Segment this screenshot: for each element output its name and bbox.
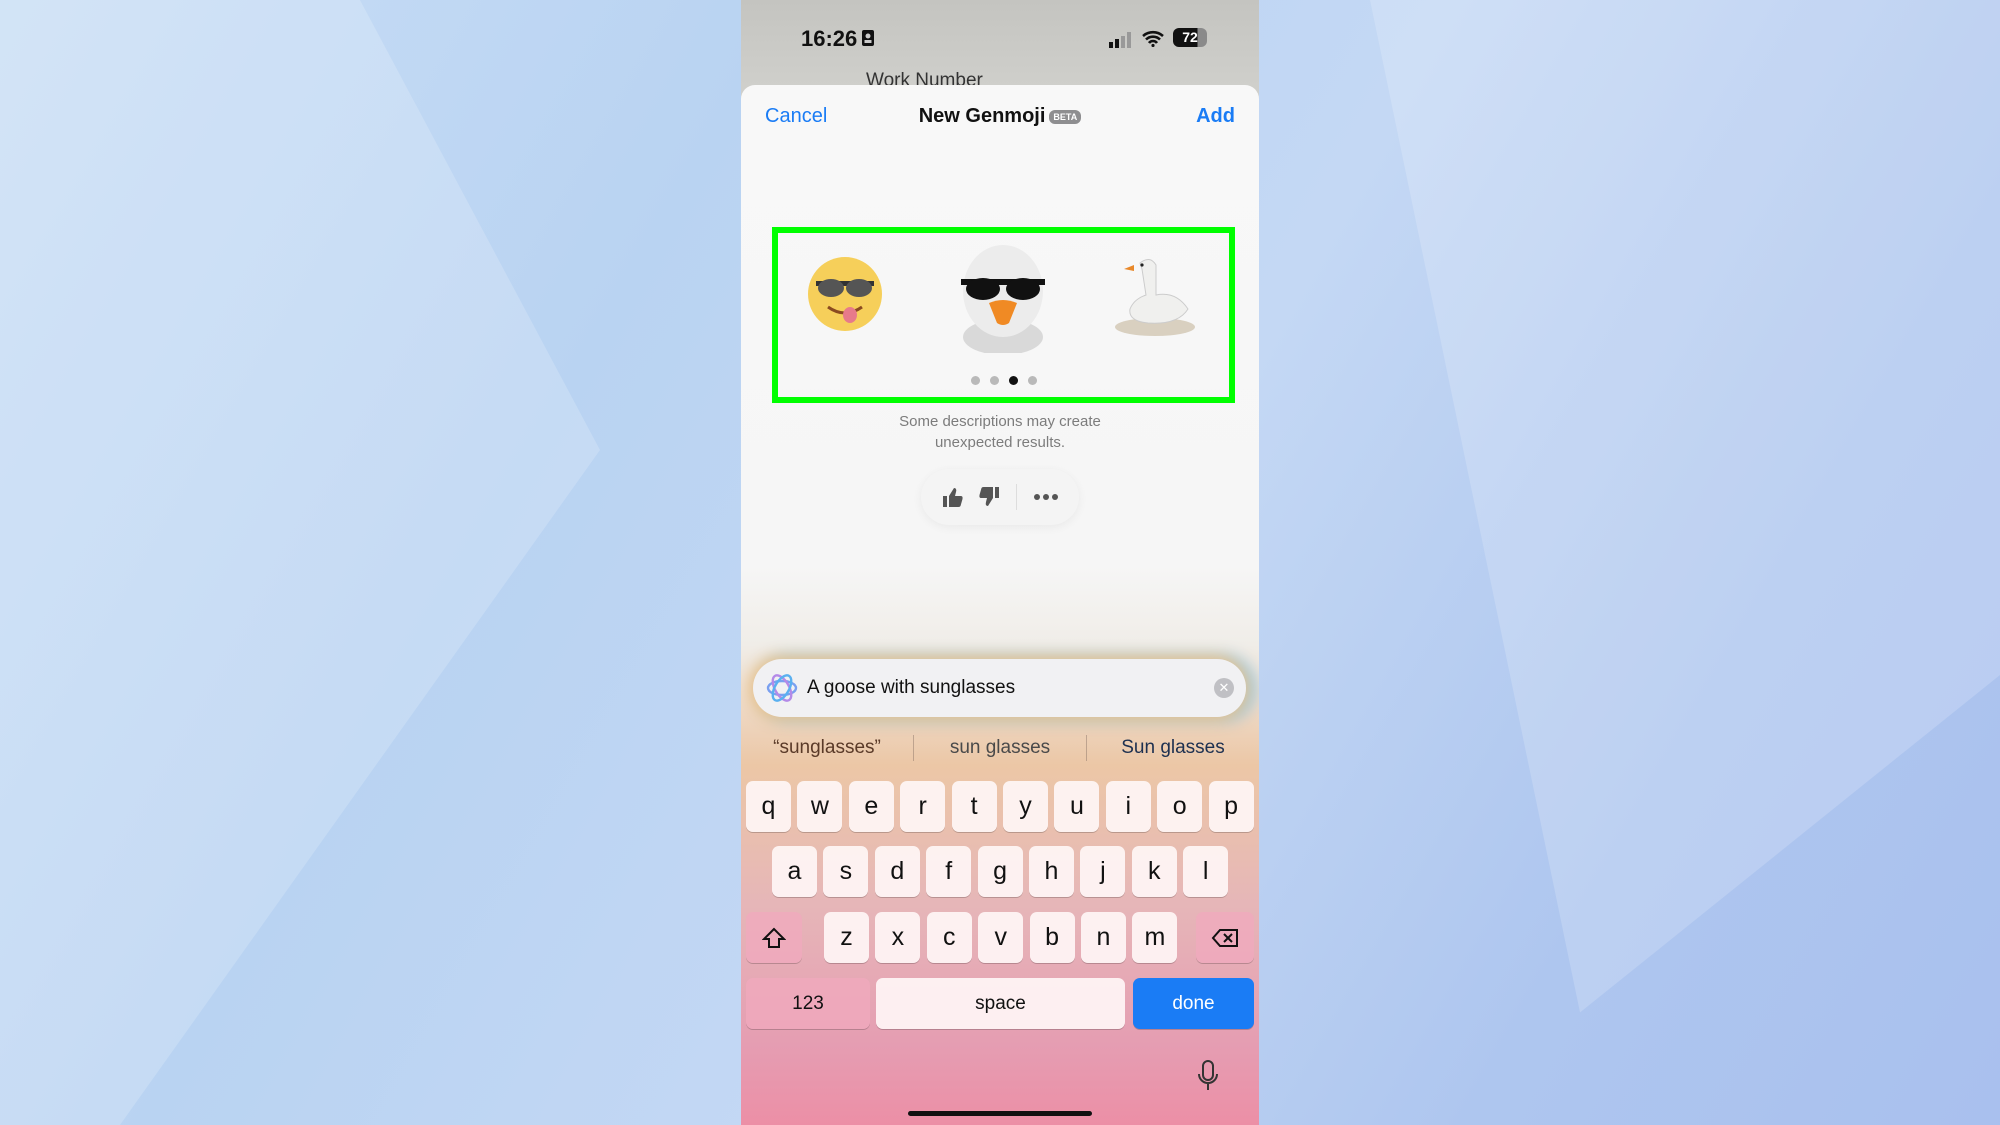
page-dot[interactable] (1027, 376, 1037, 385)
more-icon[interactable] (1033, 493, 1059, 501)
disclaimer-text: Some descriptions may create unexpected … (741, 411, 1259, 453)
key-d[interactable]: d (874, 846, 920, 897)
suggestion-item[interactable]: Sun glasses (1087, 737, 1259, 759)
apple-intelligence-icon (766, 674, 798, 702)
contact-card-icon (862, 30, 874, 46)
key-o[interactable]: o (1157, 781, 1203, 832)
sunglasses-smiley-emoji[interactable] (806, 255, 884, 333)
delete-key[interactable] (1196, 912, 1254, 963)
key-f[interactable]: f (926, 846, 972, 897)
prompt-text[interactable]: A goose with sunglasses (807, 677, 1214, 699)
space-key[interactable]: space (876, 978, 1125, 1029)
divider (1016, 484, 1018, 510)
cancel-button[interactable]: Cancel (765, 105, 827, 128)
key-w[interactable]: w (797, 781, 843, 832)
key-r[interactable]: r (900, 781, 946, 832)
key-s[interactable]: s (823, 846, 869, 897)
key-y[interactable]: y (1003, 781, 1048, 832)
background-shape (0, 0, 600, 1125)
title-text: New Genmoji (918, 105, 1046, 127)
suggestion-item[interactable]: sun glasses (914, 737, 1086, 759)
nav-bar: New Genmoji BETA Cancel Add (741, 105, 1259, 135)
autocorrect-suggestions: “sunglasses” sun glasses Sun glasses (741, 735, 1259, 761)
key-z[interactable]: z (824, 912, 869, 963)
beta-badge: BETA (1049, 109, 1082, 124)
shift-key[interactable] (746, 912, 802, 963)
battery-indicator: 72 (1173, 28, 1207, 47)
key-c[interactable]: c (926, 912, 972, 963)
home-indicator[interactable] (908, 1111, 1092, 1116)
key-x[interactable]: x (875, 912, 921, 963)
backspace-icon (1211, 928, 1238, 947)
feedback-controls (921, 469, 1079, 525)
goose-with-sunglasses-genmoji[interactable] (953, 241, 1053, 353)
genmoji-carousel[interactable] (772, 227, 1235, 403)
thumbs-up-icon[interactable] (941, 486, 963, 508)
background-shape (1370, 0, 2000, 1013)
key-p[interactable]: p (1208, 781, 1254, 832)
clear-icon[interactable]: ✕ (1214, 678, 1234, 698)
key-m[interactable]: m (1132, 912, 1178, 963)
key-h[interactable]: h (1029, 846, 1074, 897)
add-button[interactable]: Add (1196, 105, 1235, 128)
key-v[interactable]: v (978, 912, 1024, 963)
microphone-icon[interactable] (1197, 1060, 1219, 1092)
key-i[interactable]: i (1105, 781, 1151, 832)
numbers-key[interactable]: 123 (746, 978, 870, 1029)
page-dot[interactable] (989, 376, 999, 385)
suggestion-item[interactable]: “sunglasses” (741, 737, 913, 759)
clock: 16:26 (801, 26, 858, 51)
genmoji-prompt-input[interactable]: A goose with sunglasses ✕ (753, 659, 1246, 717)
key-n[interactable]: n (1081, 912, 1126, 963)
key-g[interactable]: g (977, 846, 1023, 897)
key-l[interactable]: l (1183, 846, 1229, 897)
genmoji-sheet: New Genmoji BETA Cancel Add Some descript… (741, 85, 1259, 1125)
disclaimer-line: Some descriptions may create (899, 413, 1101, 430)
key-a[interactable]: a (772, 846, 817, 897)
key-k[interactable]: k (1131, 846, 1177, 897)
key-q[interactable]: q (746, 781, 791, 832)
key-e[interactable]: e (848, 781, 894, 832)
status-bar: 16:26 72 (741, 24, 1259, 52)
disclaimer-line: unexpected results. (934, 434, 1066, 451)
key-b[interactable]: b (1029, 912, 1075, 963)
key-t[interactable]: t (951, 781, 997, 832)
page-dot-current[interactable] (1008, 376, 1018, 385)
signal-icon (1109, 32, 1131, 48)
phone-screen: 16:26 72 Work Number New Genmoji BETA Can… (741, 0, 1259, 1125)
done-key[interactable]: done (1133, 978, 1254, 1029)
thumbs-down-icon[interactable] (979, 486, 1001, 508)
page-indicator[interactable] (778, 376, 1229, 385)
shift-icon (762, 927, 786, 948)
key-j[interactable]: j (1080, 846, 1126, 897)
page-dot[interactable] (970, 376, 980, 385)
goose-genmoji[interactable] (1112, 253, 1198, 339)
wifi-icon (1142, 30, 1164, 47)
key-u[interactable]: u (1054, 781, 1100, 832)
